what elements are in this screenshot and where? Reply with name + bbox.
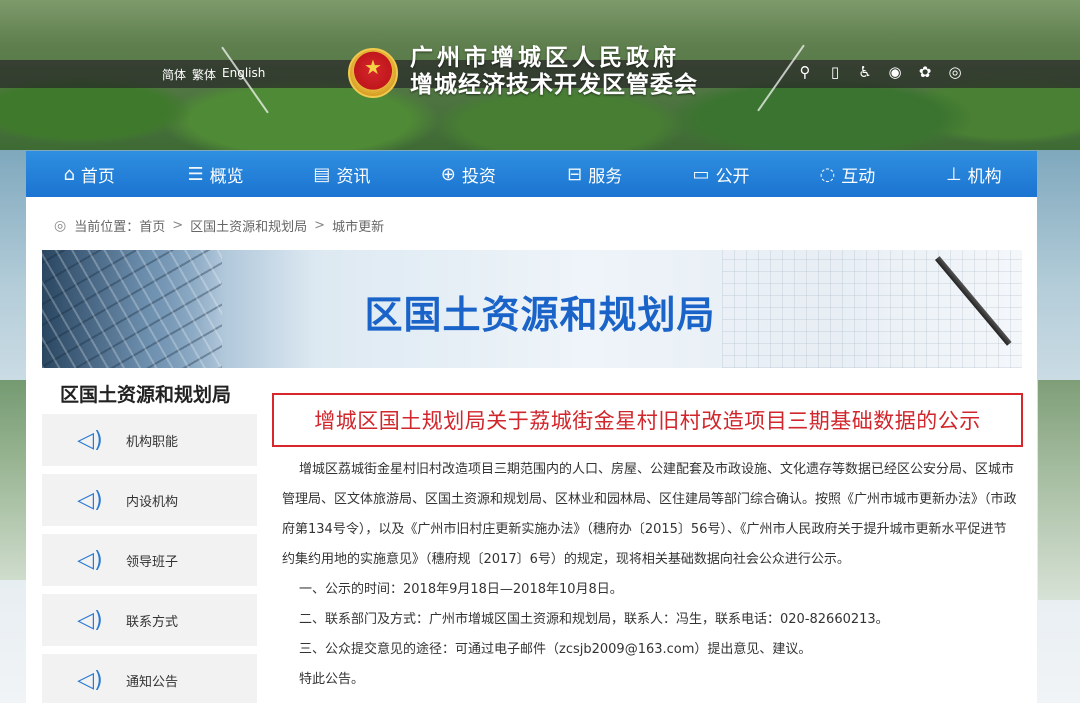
accessibility-icon[interactable]: ♿ [855, 63, 875, 81]
breadcrumb-separator: > [314, 218, 326, 233]
speaker-icon: ◁) [77, 487, 103, 513]
sidebar-item-notices[interactable]: ◁) 通知公告 [42, 654, 257, 703]
nav-label: 机构 [967, 166, 1002, 187]
breadcrumb: ◎ 当前位置：首页 > 区国土资源和规划局 > 城市更新 [54, 216, 384, 236]
nav-label: 服务 [588, 166, 623, 187]
org-icon: ⊥ [945, 163, 962, 185]
speaker-icon: ◁) [77, 607, 103, 633]
emblem-star-icon: ★ [364, 55, 382, 79]
nav-label: 首页 [80, 166, 115, 187]
sidebar-item-contact[interactable]: ◁) 联系方式 [42, 594, 257, 646]
article-title: 增城区国土规划局关于荔城街金星村旧村改造项目三期基础数据的公示 [314, 409, 981, 433]
lang-traditional[interactable]: 繁体 [192, 66, 216, 83]
nav-news[interactable]: ▤ 资讯 [279, 151, 405, 197]
nav-service[interactable]: ⊟ 服务 [532, 151, 658, 197]
nav-invest[interactable]: ⊕ 投资 [405, 151, 531, 197]
weibo-icon[interactable]: ◉ [885, 63, 905, 81]
speaker-icon: ◁) [77, 547, 103, 573]
nav-label: 资讯 [336, 166, 371, 187]
home-icon: ⌂ [63, 163, 75, 185]
location-pin-icon: ◎ [54, 217, 67, 234]
sidebar-item-internal[interactable]: ◁) 内设机构 [42, 474, 257, 526]
sidebar-item-label: 机构职能 [126, 434, 179, 450]
main-nav: ⌂ 首页 ☰ 概览 ▤ 资讯 ⊕ 投资 ⊟ 服务 ▭ 公开 ◌ 互动 ⊥ 机构 [26, 151, 1037, 197]
list-icon: ☰ [187, 163, 204, 185]
speaker-icon: ◁) [77, 427, 103, 453]
article-item: 三、公众提交意见的途径：可通过电子邮件（zcsjb2009@163.com）提出… [299, 642, 812, 657]
news-icon: ▤ [313, 163, 331, 185]
speaker-icon: ◁) [77, 667, 103, 693]
globe-icon: ⊕ [440, 163, 456, 185]
language-switcher: 简体 繁体 English [162, 66, 265, 83]
lang-simplified[interactable]: 简体 [162, 66, 186, 83]
nav-label: 互动 [841, 166, 876, 187]
breadcrumb-home[interactable]: 当前位置：首页 [74, 216, 165, 235]
nav-overview[interactable]: ☰ 概览 [152, 151, 278, 197]
sidebar-item-label: 通知公告 [126, 674, 179, 690]
article-item: 二、联系部门及方式：广州市增城区国土资源和规划局，联系人：冯生，联系电话：020… [299, 612, 889, 627]
breadcrumb-item[interactable]: 城市更新 [332, 216, 384, 235]
site-title[interactable]: 广州市增城区人民政府 增城经济技术开发区管委会 [410, 44, 698, 98]
briefcase-icon: ⊟ [567, 163, 583, 185]
decor-right [1038, 380, 1080, 600]
sidebar-title: 区国土资源和规划局 [60, 384, 232, 406]
sidebar-item-label: 领导班子 [126, 554, 179, 570]
article-title-box: 增城区国土规划局关于荔城街金星村旧村改造项目三期基础数据的公示 [272, 393, 1023, 447]
sidebar-item-label: 内设机构 [126, 494, 179, 510]
article-closing: 特此公告。 [299, 672, 365, 687]
breadcrumb-item[interactable]: 区国土资源和规划局 [190, 216, 307, 235]
nav-home[interactable]: ⌂ 首页 [26, 151, 152, 197]
article-item: 一、公示的时间：2018年9月18日—2018年10月8日。 [299, 582, 623, 597]
search-icon[interactable]: ⚲ [795, 63, 815, 81]
breadcrumb-separator: > [172, 218, 184, 233]
chat-icon: ◌ [819, 163, 836, 185]
nav-org[interactable]: ⊥ 机构 [911, 151, 1037, 197]
sidebar-item-functions[interactable]: ◁) 机构职能 [42, 414, 257, 466]
nav-public[interactable]: ▭ 公开 [658, 151, 784, 197]
rss-icon[interactable]: ◎ [945, 63, 965, 81]
article-paragraph: 增城区荔城街金星村旧村改造项目三期范围内的人口、房屋、公建配套及市政设施、文化遗… [282, 462, 1017, 567]
nav-label: 概览 [209, 166, 244, 187]
article-body: 增城区荔城街金星村旧村改造项目三期范围内的人口、房屋、公建配套及市政设施、文化遗… [282, 455, 1018, 695]
site-title-line1: 广州市增城区人民政府 [410, 44, 680, 71]
site-title-line2: 增城经济技术开发区管委会 [410, 71, 698, 98]
sidebar-item-label: 联系方式 [126, 614, 179, 630]
wechat-icon[interactable]: ✿ [915, 63, 935, 81]
monitor-icon: ▭ [692, 163, 710, 185]
header-tools: ⚲ ▯ ♿ ◉ ✿ ◎ [795, 63, 965, 81]
nav-label: 投资 [461, 166, 496, 187]
banner-title: 区国土资源和规划局 [364, 293, 716, 337]
mobile-icon[interactable]: ▯ [825, 63, 845, 81]
nav-interact[interactable]: ◌ 互动 [784, 151, 910, 197]
sidebar-item-leaders[interactable]: ◁) 领导班子 [42, 534, 257, 586]
nav-label: 公开 [715, 166, 750, 187]
